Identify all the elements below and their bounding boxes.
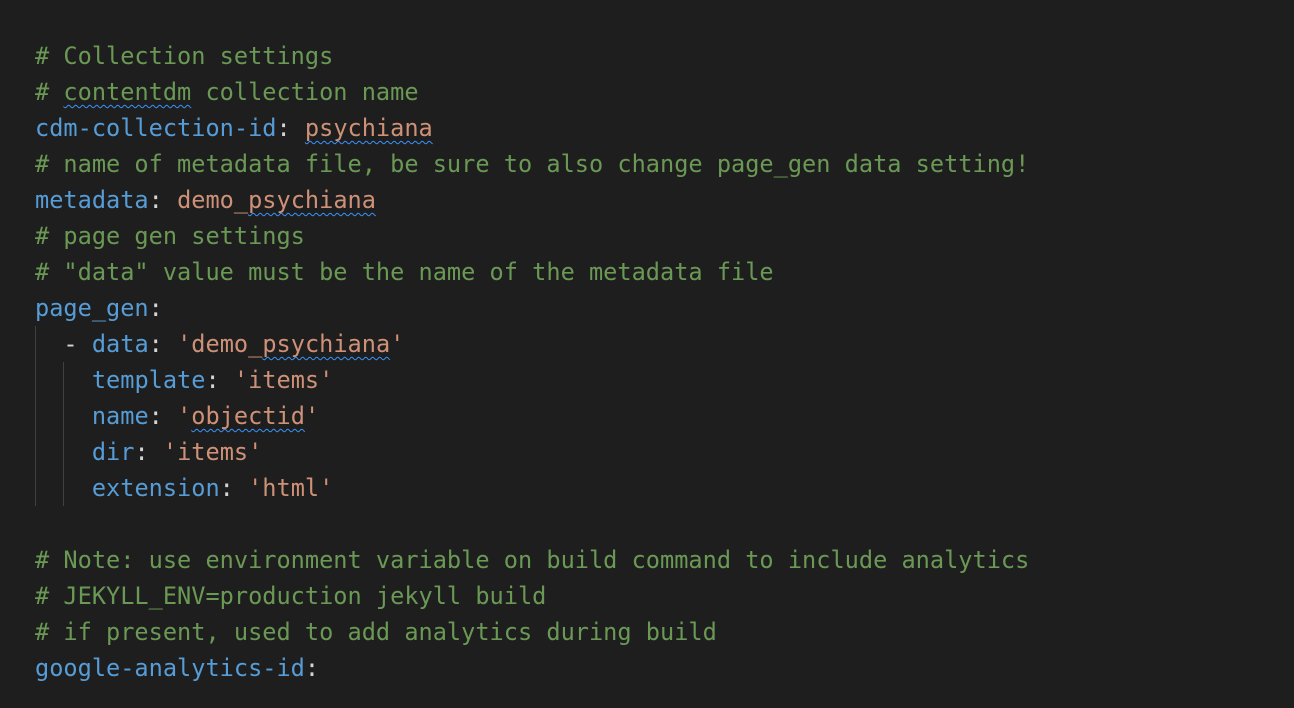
code-line-comment: # Note: use environment variable on buil…	[35, 542, 1029, 578]
yaml-value: 'items'	[233, 366, 334, 394]
code-line-comment: # contentdm collection name	[35, 74, 1029, 110]
yaml-separator: :	[219, 474, 249, 502]
yaml-value: 'demo_	[177, 330, 263, 358]
spelling-flagged-value[interactable]: objectid	[191, 402, 305, 430]
yaml-value: '	[390, 330, 405, 358]
yaml-key: template	[91, 366, 206, 394]
yaml-value: '	[304, 402, 320, 430]
list-dash: -	[63, 330, 92, 358]
code-line-google-analytics-id: google-analytics-id:	[35, 650, 1029, 686]
spelling-flagged-value[interactable]: psychiana	[262, 330, 390, 358]
comment-text: collection name	[191, 78, 419, 106]
yaml-separator: :	[205, 366, 234, 394]
code-line-cdm-collection-id: cdm-collection-id: psychiana	[35, 110, 1029, 146]
yaml-separator: :	[148, 402, 178, 430]
code-line-page-gen: page_gen:	[35, 290, 1029, 326]
code-line-dir: dir: 'items'	[35, 434, 1029, 470]
yaml-separator: :	[148, 186, 178, 214]
comment-hash: #	[35, 78, 64, 106]
code-line-comment: # JEKYLL_ENV=production jekyll build	[35, 578, 1029, 614]
code-lines: # Collection settings # contentdm collec…	[35, 38, 1029, 686]
yaml-key: page_gen	[35, 294, 149, 322]
comment-text: # JEKYLL_ENV=production jekyll build	[35, 582, 547, 610]
yaml-separator: :	[148, 330, 178, 358]
yaml-key: google-analytics-id	[35, 654, 305, 682]
spelling-flagged-value[interactable]: psychiana	[305, 114, 433, 142]
yaml-separator: :	[304, 654, 320, 682]
yaml-value: 'items'	[162, 438, 263, 466]
yaml-separator: :	[134, 438, 163, 466]
code-editor[interactable]: # Collection settings # contentdm collec…	[0, 0, 1294, 708]
comment-text: # page gen settings	[35, 222, 305, 250]
yaml-key: cdm-collection-id	[35, 114, 277, 142]
code-line-comment: # Collection settings	[35, 38, 1029, 74]
yaml-key: metadata	[35, 186, 149, 214]
comment-text: # Note: use environment variable on buil…	[35, 546, 1030, 574]
code-line-comment: # "data" value must be the name of the m…	[35, 254, 1029, 290]
yaml-key: data	[91, 330, 149, 358]
yaml-separator: :	[276, 114, 305, 142]
comment-text: # Collection settings	[35, 42, 334, 70]
code-line-data: - data: 'demo_psychiana'	[35, 326, 1029, 362]
spelling-flagged-word[interactable]: contentdm	[63, 78, 191, 106]
code-line-template: template: 'items'	[35, 362, 1029, 398]
comment-text: # name of metadata file, be sure to also…	[35, 150, 1030, 178]
yaml-separator: :	[148, 294, 163, 322]
comment-text: # if present, used to add analytics duri…	[35, 618, 717, 646]
yaml-value: 'html'	[248, 474, 334, 502]
comment-text: # "data" value must be the name of the m…	[35, 258, 774, 286]
yaml-key: name	[91, 402, 149, 430]
yaml-key: dir	[91, 438, 135, 466]
code-line-comment: # page gen settings	[35, 218, 1029, 254]
yaml-value: '	[177, 402, 192, 430]
yaml-key: extension	[91, 474, 220, 502]
code-line-name: name: 'objectid'	[35, 398, 1029, 434]
yaml-value: demo_	[177, 186, 249, 214]
code-line-comment: # name of metadata file, be sure to also…	[35, 146, 1029, 182]
code-line-comment: # if present, used to add analytics duri…	[35, 614, 1029, 650]
code-line-extension: extension: 'html'	[35, 470, 1029, 506]
code-line-metadata: metadata: demo_psychiana	[35, 182, 1029, 218]
spelling-flagged-value[interactable]: psychiana	[248, 186, 376, 214]
